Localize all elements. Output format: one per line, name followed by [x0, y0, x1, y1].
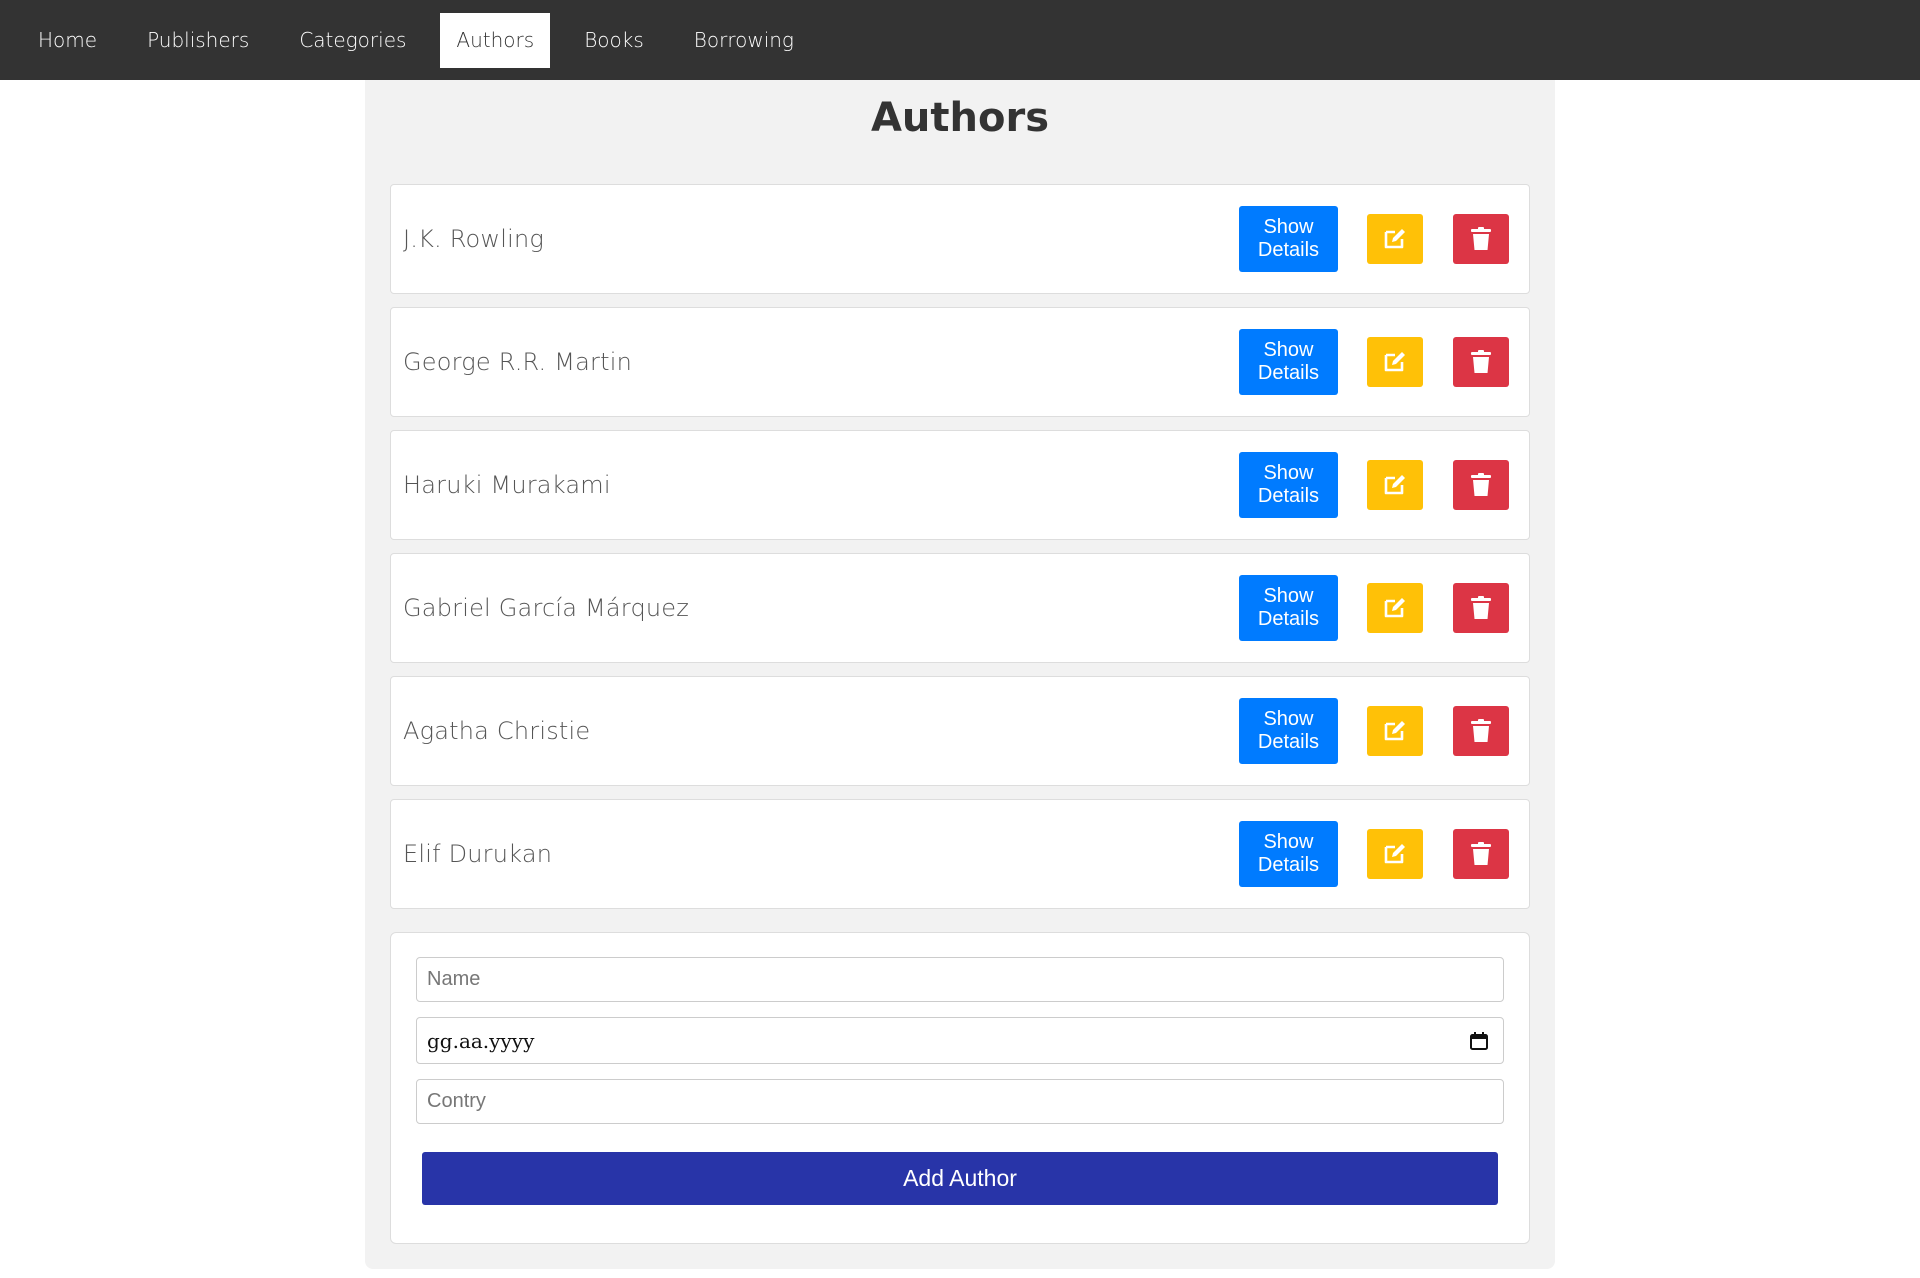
delete-button[interactable] [1453, 460, 1509, 510]
trash-icon [1471, 227, 1491, 250]
author-card: Elif Durukan Show Details [390, 799, 1530, 909]
delete-button[interactable] [1453, 214, 1509, 264]
delete-button[interactable] [1453, 706, 1509, 756]
trash-icon [1471, 473, 1491, 496]
show-details-button[interactable]: Show Details [1239, 452, 1338, 518]
trash-icon [1471, 596, 1491, 619]
show-details-button[interactable]: Show Details [1239, 821, 1338, 887]
edit-icon [1384, 352, 1405, 372]
edit-button[interactable] [1367, 706, 1423, 756]
author-name: Elif Durukan [403, 840, 553, 868]
author-card: J.K. Rowling Show Details [390, 184, 1530, 294]
delete-button[interactable] [1453, 583, 1509, 633]
trash-icon [1471, 350, 1491, 373]
page-title: Authors [870, 95, 1050, 141]
delete-button[interactable] [1453, 829, 1509, 879]
edit-button[interactable] [1367, 583, 1423, 633]
birth-date-input[interactable]: gg.aa.yyyy [416, 1017, 1504, 1064]
author-card: Gabriel García Márquez Show Details [390, 553, 1530, 663]
edit-icon [1384, 844, 1405, 864]
edit-button[interactable] [1367, 337, 1423, 387]
author-name: George R.R. Martin [403, 348, 632, 376]
trash-icon [1471, 842, 1491, 865]
add-author-form: gg.aa.yyyy Add Author [390, 932, 1530, 1244]
calendar-icon[interactable] [1469, 1031, 1489, 1051]
add-author-button[interactable]: Add Author [422, 1152, 1498, 1205]
edit-icon [1384, 598, 1405, 618]
show-details-button[interactable]: Show Details [1239, 575, 1338, 641]
author-list: J.K. Rowling Show Details George R.R. Ma… [390, 184, 1530, 922]
author-card: Agatha Christie Show Details [390, 676, 1530, 786]
edit-icon [1384, 721, 1405, 741]
author-name: Gabriel García Márquez [403, 594, 690, 622]
nav-home[interactable]: Home [22, 13, 113, 68]
edit-icon [1384, 229, 1405, 249]
top-navbar: Home Publishers Categories Authors Books… [0, 0, 1920, 80]
author-name: Agatha Christie [403, 717, 591, 745]
show-details-button[interactable]: Show Details [1239, 206, 1338, 272]
edit-button[interactable] [1367, 460, 1423, 510]
name-input[interactable] [416, 957, 1504, 1002]
trash-icon [1471, 719, 1491, 742]
nav-publishers[interactable]: Publishers [131, 13, 265, 68]
edit-button[interactable] [1367, 829, 1423, 879]
author-name: J.K. Rowling [403, 225, 544, 253]
show-details-button[interactable]: Show Details [1239, 698, 1338, 764]
nav-books[interactable]: Books [568, 13, 660, 68]
nav-categories[interactable]: Categories [283, 13, 422, 68]
author-card: Haruki Murakami Show Details [390, 430, 1530, 540]
nav-borrowing[interactable]: Borrowing [678, 13, 810, 68]
edit-button[interactable] [1367, 214, 1423, 264]
author-card: George R.R. Martin Show Details [390, 307, 1530, 417]
country-input[interactable] [416, 1079, 1504, 1124]
show-details-button[interactable]: Show Details [1239, 329, 1338, 395]
author-name: Haruki Murakami [403, 471, 611, 499]
date-value: gg.aa.yyyy [427, 1028, 535, 1053]
authors-container: Authors J.K. Rowling Show Details George… [365, 80, 1555, 1269]
delete-button[interactable] [1453, 337, 1509, 387]
nav-authors[interactable]: Authors [440, 12, 551, 68]
edit-icon [1384, 475, 1405, 495]
